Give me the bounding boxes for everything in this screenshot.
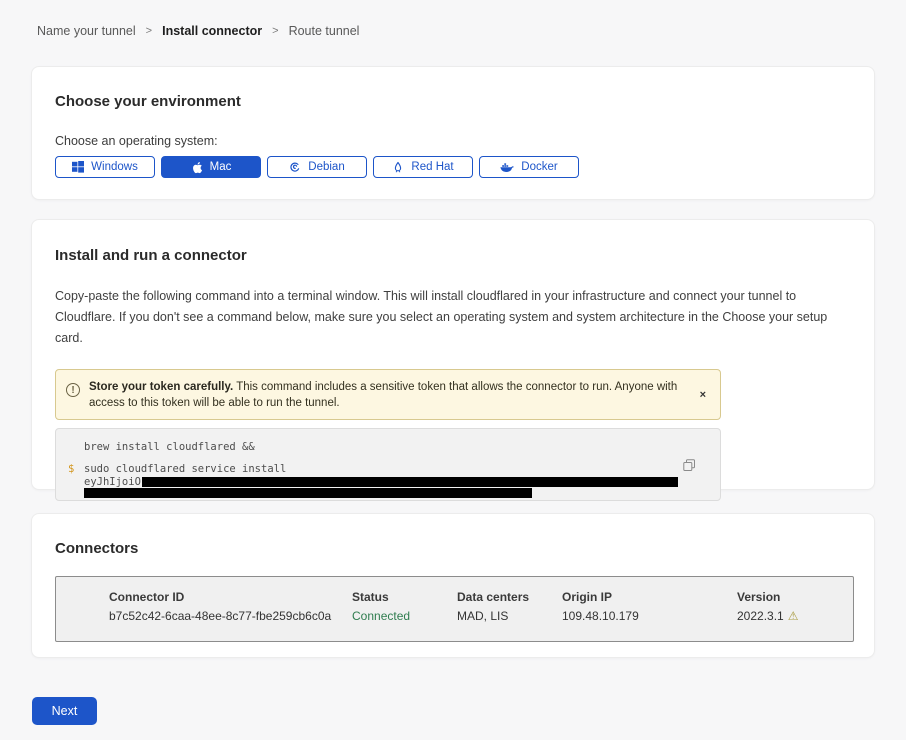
token-prefix: eyJhIjoiO: [84, 476, 141, 488]
os-button-docker[interactable]: Docker: [479, 156, 579, 178]
close-icon[interactable]: ×: [700, 389, 706, 401]
data-centers-value: MAD, LIS: [457, 609, 562, 623]
os-button-windows[interactable]: Windows: [55, 156, 155, 178]
install-command-code-block: brew install cloudflared && $ sudo cloud…: [55, 428, 721, 501]
status-badge: Connected: [352, 609, 457, 623]
version-value: 2022.3.1 ⚠: [737, 609, 853, 623]
connectors-card: Connectors Connector ID Status Data cent…: [31, 513, 875, 658]
warning-triangle-icon: ⚠: [788, 610, 799, 622]
breadcrumb-name-your-tunnel[interactable]: Name your tunnel: [37, 24, 136, 38]
os-select-label: Choose an operating system:: [55, 134, 851, 148]
shell-prompt: $: [68, 463, 84, 475]
header-origin-ip: Origin IP: [562, 590, 737, 604]
header-version: Version: [737, 590, 853, 604]
header-data-centers: Data centers: [457, 590, 562, 604]
os-button-mac[interactable]: Mac: [161, 156, 261, 178]
install-connector-title: Install and run a connector: [55, 247, 851, 264]
code-line-token: eyJhIjoiO: [68, 476, 706, 488]
version-number: 2022.3.1: [737, 609, 784, 623]
copy-icon[interactable]: [683, 459, 696, 472]
environment-card-title: Choose your environment: [55, 93, 851, 110]
redacted-token-bar: [84, 488, 532, 498]
os-button-label: Red Hat: [411, 161, 453, 173]
windows-icon: [72, 161, 84, 173]
connectors-title: Connectors: [55, 540, 851, 557]
connectors-table: Connector ID Status Data centers Origin …: [55, 576, 854, 642]
next-button[interactable]: Next: [32, 697, 97, 725]
install-connector-card: Install and run a connector Copy-paste t…: [31, 219, 875, 490]
origin-ip-value: 109.48.10.179: [562, 609, 737, 623]
debian-icon: [289, 161, 301, 173]
table-header-row: Connector ID Status Data centers Origin …: [109, 590, 853, 604]
os-button-label: Debian: [308, 161, 344, 173]
header-status: Status: [352, 590, 457, 604]
docker-icon: [500, 162, 514, 173]
token-warning-text: Store your token carefully. This command…: [89, 378, 691, 411]
breadcrumb-separator: >: [146, 25, 152, 37]
alert-circle-icon: !: [66, 383, 80, 397]
os-button-debian[interactable]: Debian: [267, 156, 367, 178]
install-connector-description: Copy-paste the following command into a …: [55, 286, 851, 349]
header-connector-id: Connector ID: [109, 590, 352, 604]
token-warning-banner: ! Store your token carefully. This comma…: [55, 369, 721, 420]
connector-id-value: b7c52c42-6caa-48ee-8c77-fbe259cb6c0a: [109, 609, 352, 623]
code-line-text: sudo cloudflared service install: [84, 463, 286, 475]
os-button-label: Docker: [521, 161, 557, 173]
os-button-redhat[interactable]: Red Hat: [373, 156, 473, 178]
breadcrumb: Name your tunnel > Install connector > R…: [0, 0, 906, 38]
code-line-service-install: $ sudo cloudflared service install: [68, 463, 706, 475]
tunnel-setup-page: Name your tunnel > Install connector > R…: [0, 0, 906, 740]
breadcrumb-install-connector[interactable]: Install connector: [162, 24, 262, 38]
os-button-label: Mac: [210, 161, 232, 173]
environment-card: Choose your environment Choose an operat…: [31, 66, 875, 200]
token-warning-title: Store your token carefully.: [89, 381, 233, 393]
os-button-label: Windows: [91, 161, 138, 173]
code-line-brew: brew install cloudflared &&: [68, 441, 706, 453]
breadcrumb-route-tunnel[interactable]: Route tunnel: [289, 24, 360, 38]
breadcrumb-separator: >: [272, 25, 278, 37]
redhat-icon: [392, 161, 404, 174]
table-row: b7c52c42-6caa-48ee-8c77-fbe259cb6c0a Con…: [109, 604, 853, 623]
apple-icon: [191, 161, 203, 174]
redacted-token-bar: [142, 477, 678, 487]
os-button-group: Windows Mac Debian: [55, 156, 851, 178]
